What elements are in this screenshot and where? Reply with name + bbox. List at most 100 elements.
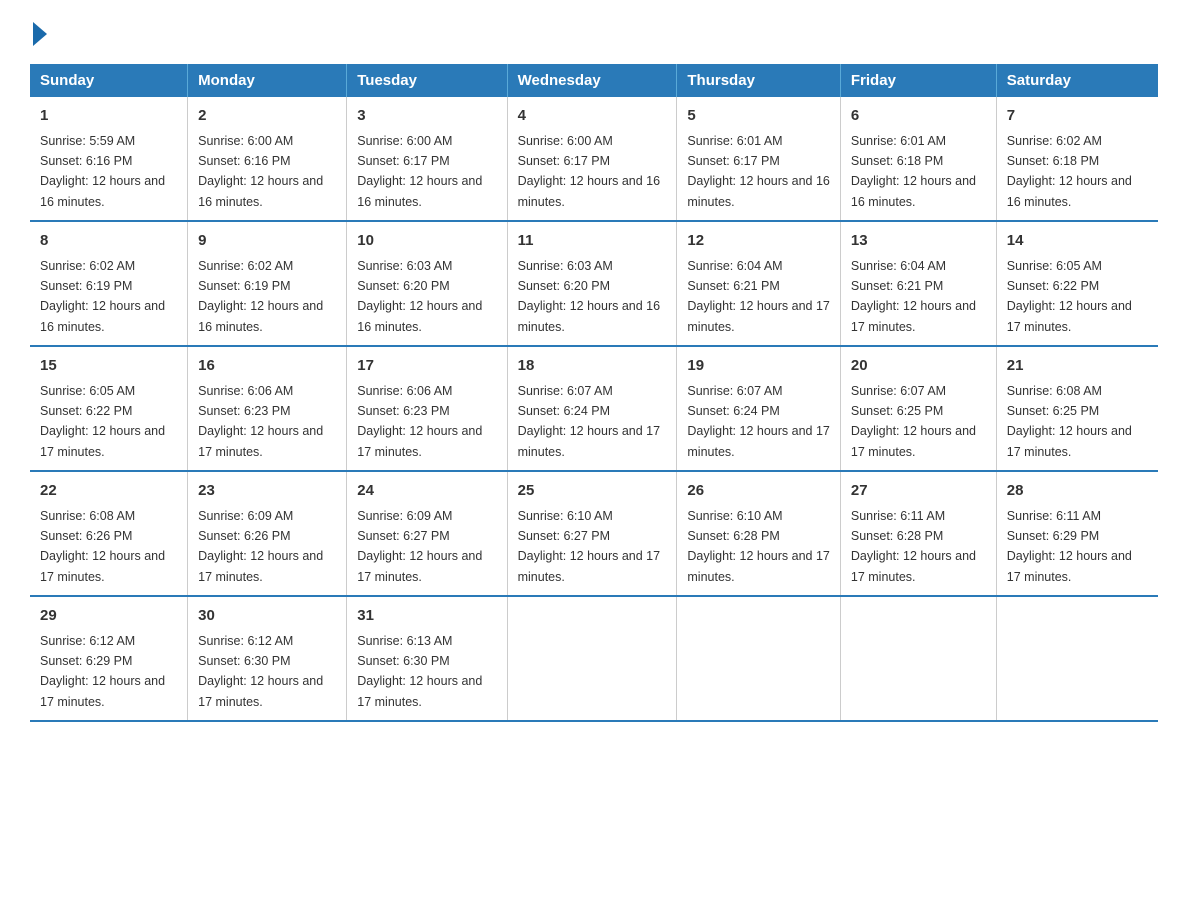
day-info: Sunrise: 6:00 AMSunset: 6:16 PMDaylight:… (198, 134, 323, 209)
day-info: Sunrise: 6:09 AMSunset: 6:27 PMDaylight:… (357, 509, 482, 584)
day-info: Sunrise: 6:07 AMSunset: 6:25 PMDaylight:… (851, 384, 976, 459)
day-info: Sunrise: 5:59 AMSunset: 6:16 PMDaylight:… (40, 134, 165, 209)
calendar-cell: 20 Sunrise: 6:07 AMSunset: 6:25 PMDaylig… (840, 346, 996, 471)
day-number: 23 (198, 480, 336, 503)
day-number: 28 (1007, 480, 1148, 503)
logo (30, 20, 47, 46)
day-info: Sunrise: 6:08 AMSunset: 6:26 PMDaylight:… (40, 509, 165, 584)
calendar-cell: 21 Sunrise: 6:08 AMSunset: 6:25 PMDaylig… (996, 346, 1158, 471)
day-info: Sunrise: 6:05 AMSunset: 6:22 PMDaylight:… (40, 384, 165, 459)
calendar-cell: 5 Sunrise: 6:01 AMSunset: 6:17 PMDayligh… (677, 97, 841, 221)
day-number: 4 (518, 105, 667, 128)
calendar-cell: 15 Sunrise: 6:05 AMSunset: 6:22 PMDaylig… (30, 346, 188, 471)
calendar-cell: 22 Sunrise: 6:08 AMSunset: 6:26 PMDaylig… (30, 471, 188, 596)
day-number: 29 (40, 605, 177, 628)
day-number: 17 (357, 355, 496, 378)
day-number: 12 (687, 230, 830, 253)
calendar-cell: 23 Sunrise: 6:09 AMSunset: 6:26 PMDaylig… (188, 471, 347, 596)
day-number: 18 (518, 355, 667, 378)
day-info: Sunrise: 6:00 AMSunset: 6:17 PMDaylight:… (357, 134, 482, 209)
calendar-cell: 27 Sunrise: 6:11 AMSunset: 6:28 PMDaylig… (840, 471, 996, 596)
day-number: 2 (198, 105, 336, 128)
calendar-cell (996, 596, 1158, 721)
weekday-header-tuesday: Tuesday (347, 64, 507, 97)
calendar-cell: 18 Sunrise: 6:07 AMSunset: 6:24 PMDaylig… (507, 346, 677, 471)
day-info: Sunrise: 6:00 AMSunset: 6:17 PMDaylight:… (518, 134, 660, 209)
calendar-cell: 16 Sunrise: 6:06 AMSunset: 6:23 PMDaylig… (188, 346, 347, 471)
day-info: Sunrise: 6:11 AMSunset: 6:28 PMDaylight:… (851, 509, 976, 584)
day-number: 11 (518, 230, 667, 253)
weekday-header-sunday: Sunday (30, 64, 188, 97)
day-info: Sunrise: 6:12 AMSunset: 6:29 PMDaylight:… (40, 634, 165, 709)
weekday-header-friday: Friday (840, 64, 996, 97)
day-info: Sunrise: 6:07 AMSunset: 6:24 PMDaylight:… (687, 384, 829, 459)
day-info: Sunrise: 6:11 AMSunset: 6:29 PMDaylight:… (1007, 509, 1132, 584)
calendar-cell (840, 596, 996, 721)
calendar-cell: 7 Sunrise: 6:02 AMSunset: 6:18 PMDayligh… (996, 97, 1158, 221)
day-info: Sunrise: 6:10 AMSunset: 6:28 PMDaylight:… (687, 509, 829, 584)
day-info: Sunrise: 6:13 AMSunset: 6:30 PMDaylight:… (357, 634, 482, 709)
page-header (30, 20, 1158, 46)
day-number: 6 (851, 105, 986, 128)
calendar-cell: 11 Sunrise: 6:03 AMSunset: 6:20 PMDaylig… (507, 221, 677, 346)
day-number: 24 (357, 480, 496, 503)
day-number: 5 (687, 105, 830, 128)
day-number: 22 (40, 480, 177, 503)
calendar-cell (507, 596, 677, 721)
calendar-cell: 30 Sunrise: 6:12 AMSunset: 6:30 PMDaylig… (188, 596, 347, 721)
calendar-cell: 19 Sunrise: 6:07 AMSunset: 6:24 PMDaylig… (677, 346, 841, 471)
calendar-cell: 28 Sunrise: 6:11 AMSunset: 6:29 PMDaylig… (996, 471, 1158, 596)
calendar-week-row: 15 Sunrise: 6:05 AMSunset: 6:22 PMDaylig… (30, 346, 1158, 471)
calendar-cell: 26 Sunrise: 6:10 AMSunset: 6:28 PMDaylig… (677, 471, 841, 596)
calendar-cell: 29 Sunrise: 6:12 AMSunset: 6:29 PMDaylig… (30, 596, 188, 721)
day-info: Sunrise: 6:10 AMSunset: 6:27 PMDaylight:… (518, 509, 660, 584)
calendar-cell: 24 Sunrise: 6:09 AMSunset: 6:27 PMDaylig… (347, 471, 507, 596)
day-info: Sunrise: 6:03 AMSunset: 6:20 PMDaylight:… (357, 259, 482, 334)
calendar-cell: 12 Sunrise: 6:04 AMSunset: 6:21 PMDaylig… (677, 221, 841, 346)
weekday-header-monday: Monday (188, 64, 347, 97)
day-info: Sunrise: 6:04 AMSunset: 6:21 PMDaylight:… (687, 259, 829, 334)
calendar-cell (677, 596, 841, 721)
day-number: 16 (198, 355, 336, 378)
day-number: 7 (1007, 105, 1148, 128)
day-info: Sunrise: 6:08 AMSunset: 6:25 PMDaylight:… (1007, 384, 1132, 459)
logo-arrow-icon (33, 22, 47, 46)
day-info: Sunrise: 6:05 AMSunset: 6:22 PMDaylight:… (1007, 259, 1132, 334)
day-info: Sunrise: 6:07 AMSunset: 6:24 PMDaylight:… (518, 384, 660, 459)
day-info: Sunrise: 6:02 AMSunset: 6:18 PMDaylight:… (1007, 134, 1132, 209)
day-number: 30 (198, 605, 336, 628)
calendar-cell: 2 Sunrise: 6:00 AMSunset: 6:16 PMDayligh… (188, 97, 347, 221)
day-number: 26 (687, 480, 830, 503)
calendar-week-row: 22 Sunrise: 6:08 AMSunset: 6:26 PMDaylig… (30, 471, 1158, 596)
day-number: 13 (851, 230, 986, 253)
weekday-header-saturday: Saturday (996, 64, 1158, 97)
calendar-cell: 1 Sunrise: 5:59 AMSunset: 6:16 PMDayligh… (30, 97, 188, 221)
weekday-header-thursday: Thursday (677, 64, 841, 97)
day-number: 25 (518, 480, 667, 503)
day-info: Sunrise: 6:06 AMSunset: 6:23 PMDaylight:… (198, 384, 323, 459)
day-number: 10 (357, 230, 496, 253)
day-info: Sunrise: 6:01 AMSunset: 6:18 PMDaylight:… (851, 134, 976, 209)
calendar-cell: 31 Sunrise: 6:13 AMSunset: 6:30 PMDaylig… (347, 596, 507, 721)
calendar-cell: 13 Sunrise: 6:04 AMSunset: 6:21 PMDaylig… (840, 221, 996, 346)
calendar-cell: 14 Sunrise: 6:05 AMSunset: 6:22 PMDaylig… (996, 221, 1158, 346)
day-info: Sunrise: 6:02 AMSunset: 6:19 PMDaylight:… (40, 259, 165, 334)
calendar-cell: 17 Sunrise: 6:06 AMSunset: 6:23 PMDaylig… (347, 346, 507, 471)
day-info: Sunrise: 6:12 AMSunset: 6:30 PMDaylight:… (198, 634, 323, 709)
day-number: 1 (40, 105, 177, 128)
day-number: 3 (357, 105, 496, 128)
calendar-table: SundayMondayTuesdayWednesdayThursdayFrid… (30, 64, 1158, 722)
calendar-cell: 25 Sunrise: 6:10 AMSunset: 6:27 PMDaylig… (507, 471, 677, 596)
day-info: Sunrise: 6:04 AMSunset: 6:21 PMDaylight:… (851, 259, 976, 334)
calendar-cell: 4 Sunrise: 6:00 AMSunset: 6:17 PMDayligh… (507, 97, 677, 221)
day-number: 15 (40, 355, 177, 378)
day-number: 21 (1007, 355, 1148, 378)
calendar-cell: 6 Sunrise: 6:01 AMSunset: 6:18 PMDayligh… (840, 97, 996, 221)
calendar-week-row: 8 Sunrise: 6:02 AMSunset: 6:19 PMDayligh… (30, 221, 1158, 346)
calendar-week-row: 1 Sunrise: 5:59 AMSunset: 6:16 PMDayligh… (30, 97, 1158, 221)
day-number: 8 (40, 230, 177, 253)
day-number: 27 (851, 480, 986, 503)
day-info: Sunrise: 6:09 AMSunset: 6:26 PMDaylight:… (198, 509, 323, 584)
calendar-cell: 3 Sunrise: 6:00 AMSunset: 6:17 PMDayligh… (347, 97, 507, 221)
day-number: 19 (687, 355, 830, 378)
